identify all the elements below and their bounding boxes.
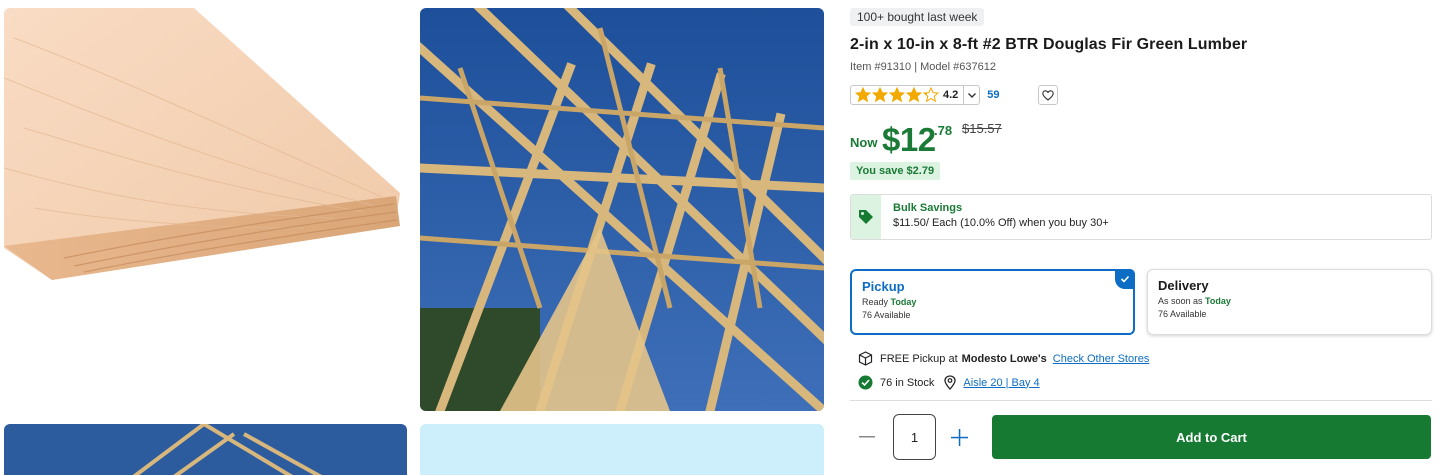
favorite-button[interactable]: [1037, 85, 1058, 105]
bulk-savings-title: Bulk Savings: [893, 202, 963, 214]
pickup-option[interactable]: Pickup Ready Today 76 Available: [850, 269, 1135, 335]
pickup-title: Pickup: [862, 279, 905, 294]
review-count-link[interactable]: 59: [987, 89, 999, 101]
popularity-badge: 100+ bought last week: [850, 8, 985, 26]
star-icon: [906, 87, 922, 103]
purchase-row: Add to Cart: [850, 401, 1432, 461]
pickup-ready: Ready Today: [862, 297, 917, 307]
star-icon: [923, 87, 939, 103]
delivery-title: Delivery: [1158, 278, 1209, 293]
quantity-increase-button[interactable]: [950, 425, 968, 449]
price-was: $15.57: [962, 121, 1002, 136]
price-now-label: Now: [850, 135, 878, 150]
check-other-stores-link[interactable]: Check Other Stores: [1053, 353, 1150, 365]
product-title: 2-in x 10-in x 8-ft #2 BTR Douglas Fir G…: [850, 36, 1248, 53]
stock-line: 76 in Stock Aisle 20 | Bay 4: [858, 375, 1432, 390]
check-circle-icon: [858, 375, 873, 390]
box-icon: [858, 351, 873, 366]
map-pin-icon: [944, 375, 957, 390]
star-icon: [889, 87, 905, 103]
add-to-cart-button[interactable]: Add to Cart: [992, 415, 1431, 459]
aisle-location-link[interactable]: Aisle 20 | Bay 4: [963, 377, 1039, 389]
quantity-input[interactable]: [893, 414, 936, 460]
minus-icon: [859, 436, 875, 438]
price-cents: .78: [934, 123, 953, 138]
product-info-panel: 100+ bought last week 2-in x 10-in x 8-f…: [850, 8, 1432, 461]
product-thumbnail-sky[interactable]: [420, 424, 824, 475]
check-icon: [1115, 269, 1135, 289]
product-image-trusses[interactable]: [420, 8, 824, 411]
star-icon: [855, 87, 871, 103]
heart-icon: [1041, 89, 1054, 101]
pickup-available: 76 Available: [862, 310, 911, 320]
delivery-option[interactable]: Delivery As soon as Today 76 Available: [1147, 269, 1432, 335]
rating-row: 4.2 59: [850, 85, 1432, 105]
rating-value: 4.2: [943, 89, 959, 101]
free-pickup-label: FREE Pickup at: [880, 352, 958, 365]
bulk-savings-description: $11.50/ Each (10.0% Off) when you buy 30…: [893, 217, 1109, 229]
fulfillment-options: Pickup Ready Today 76 Available Delivery…: [850, 269, 1432, 335]
product-image-board[interactable]: [4, 8, 407, 411]
delivery-available: 76 Available: [1158, 309, 1207, 319]
free-pickup-line: FREE Pickup at Modesto Lowe's Check Othe…: [858, 351, 1432, 366]
quantity-decrease-button[interactable]: [858, 425, 876, 449]
store-name: Modesto Lowe's: [961, 352, 1047, 365]
stock-count: 76 in Stock: [880, 376, 935, 389]
price-block: Now $12 .78 $15.57: [850, 117, 1432, 161]
product-item-model: Item #91310 | Model #637612: [850, 61, 996, 73]
delivery-eta: As soon as Today: [1158, 296, 1231, 306]
price-dollars: $12: [882, 121, 936, 158]
product-thumbnail-trusses[interactable]: [4, 424, 407, 475]
plus-icon: [950, 428, 968, 446]
star-icon: [872, 87, 888, 103]
bulk-savings-box: Bulk Savings $11.50/ Each (10.0% Off) wh…: [850, 194, 1432, 240]
chevron-down-icon[interactable]: [963, 86, 979, 104]
rating-summary-button[interactable]: 4.2: [850, 85, 981, 105]
price-tag-icon: [859, 210, 873, 224]
rating-stars: [855, 87, 939, 103]
savings-badge: You save $2.79: [850, 162, 941, 180]
